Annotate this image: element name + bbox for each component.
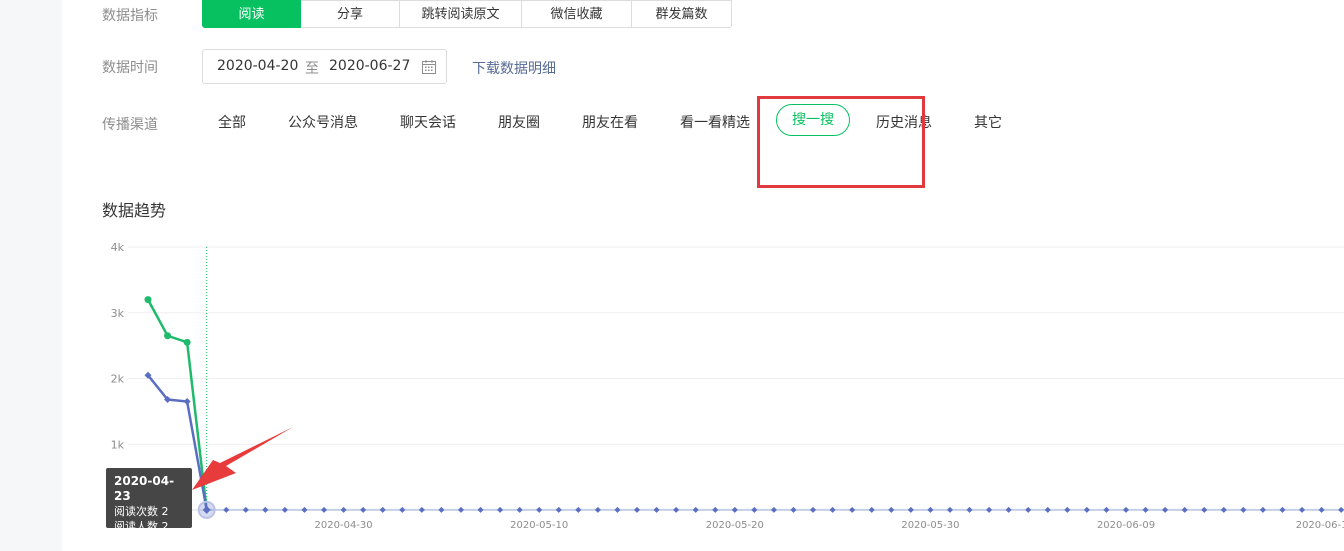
series-trail-point <box>340 506 347 513</box>
series-trail-point <box>888 506 895 513</box>
x-tick-label: 2020-05-10 <box>510 520 568 531</box>
series-trail-point <box>399 506 406 513</box>
series-trail-point <box>1005 506 1012 513</box>
series-trail-point <box>555 506 562 513</box>
tooltip-readers: 阅读人数 2 <box>114 520 169 533</box>
series-trail-point <box>712 506 719 513</box>
series-trail-point <box>868 506 875 513</box>
tooltip-reads: 阅读次数 2 <box>114 505 169 518</box>
series-trail-point <box>1162 506 1169 513</box>
series-point <box>183 398 191 406</box>
y-tick-label: 4k <box>111 241 125 254</box>
series-trail-point <box>829 506 836 513</box>
series-trail-point <box>634 506 640 513</box>
series-trail-point <box>497 506 504 513</box>
series-trail-point <box>1240 506 1247 513</box>
series-trail-point <box>1025 506 1032 513</box>
series-trail-point <box>907 506 914 513</box>
series-trail-point <box>1103 506 1110 513</box>
series-trail-point <box>751 506 758 513</box>
series-trail-point <box>810 506 817 513</box>
series-trail-point <box>692 506 699 513</box>
series-trail-point <box>614 506 621 513</box>
y-tick-label: 2k <box>111 373 125 386</box>
y-tick-label: 1k <box>111 438 125 451</box>
series-trail-point <box>770 506 777 513</box>
series-trail-point <box>1142 506 1149 513</box>
x-tick-label: 2020-05-30 <box>901 520 959 531</box>
x-tick-label: 2020-06-09 <box>1097 520 1155 531</box>
y-tick-label: 3k <box>111 307 125 320</box>
series-trail-point <box>1083 506 1090 513</box>
series-trail-point <box>946 506 953 513</box>
series-trail-point <box>1181 506 1188 513</box>
series-trail-point <box>966 506 973 513</box>
series-trail-point <box>927 506 934 513</box>
series-trail-point <box>731 506 738 513</box>
series-trail-point <box>477 506 484 513</box>
series-trail-point <box>457 506 464 513</box>
series-trail-point <box>536 506 543 513</box>
series-point <box>144 296 152 304</box>
series-trail-point <box>516 506 523 513</box>
series-trail-point <box>594 506 601 513</box>
series-trail-point <box>281 506 288 513</box>
series-trail-point <box>1279 506 1286 513</box>
series-trail-point <box>849 506 856 513</box>
series-trail-point <box>1201 506 1208 513</box>
series-trail-point <box>575 506 582 513</box>
series-trail-point <box>1220 506 1227 513</box>
series-trail-point <box>262 506 269 513</box>
trend-chart[interactable]: 4k 3k 2k 1k 2020-04-30 2020-05-10 2020-05-20 20… <box>0 0 1344 551</box>
series-trail-point <box>1044 506 1051 513</box>
x-tick-label: 2020-06-1 <box>1296 520 1344 531</box>
series-point <box>164 332 172 340</box>
series-trail-point <box>418 506 425 513</box>
series-trail-point <box>1338 506 1344 513</box>
x-tick-label: 2020-04-30 <box>315 520 373 531</box>
series-trail-point <box>673 506 680 513</box>
series-trail-point <box>986 506 993 513</box>
series-trail-point <box>242 506 249 513</box>
series-trail-point <box>1299 506 1306 513</box>
series-trail-point <box>223 506 230 513</box>
series-trail-point <box>360 506 367 513</box>
series-trail-point <box>1318 506 1325 513</box>
series-trail-point <box>1123 506 1129 513</box>
tooltip-date: 2020-04-23 <box>114 474 175 503</box>
series-trail-point <box>301 506 308 513</box>
x-tick-label: 2020-05-20 <box>706 520 764 531</box>
series-trail-point <box>321 506 328 513</box>
series-trail-point <box>1259 506 1266 513</box>
series-trail-point <box>438 506 445 513</box>
series-point <box>183 338 191 346</box>
series-trail-point <box>379 506 386 513</box>
chart-tooltip: 2020-04-23 阅读次数 2 阅读人数 2 <box>106 468 192 533</box>
series-trail-point <box>1064 506 1071 513</box>
series-trail-point <box>790 506 797 513</box>
series-trail-point <box>653 506 660 513</box>
